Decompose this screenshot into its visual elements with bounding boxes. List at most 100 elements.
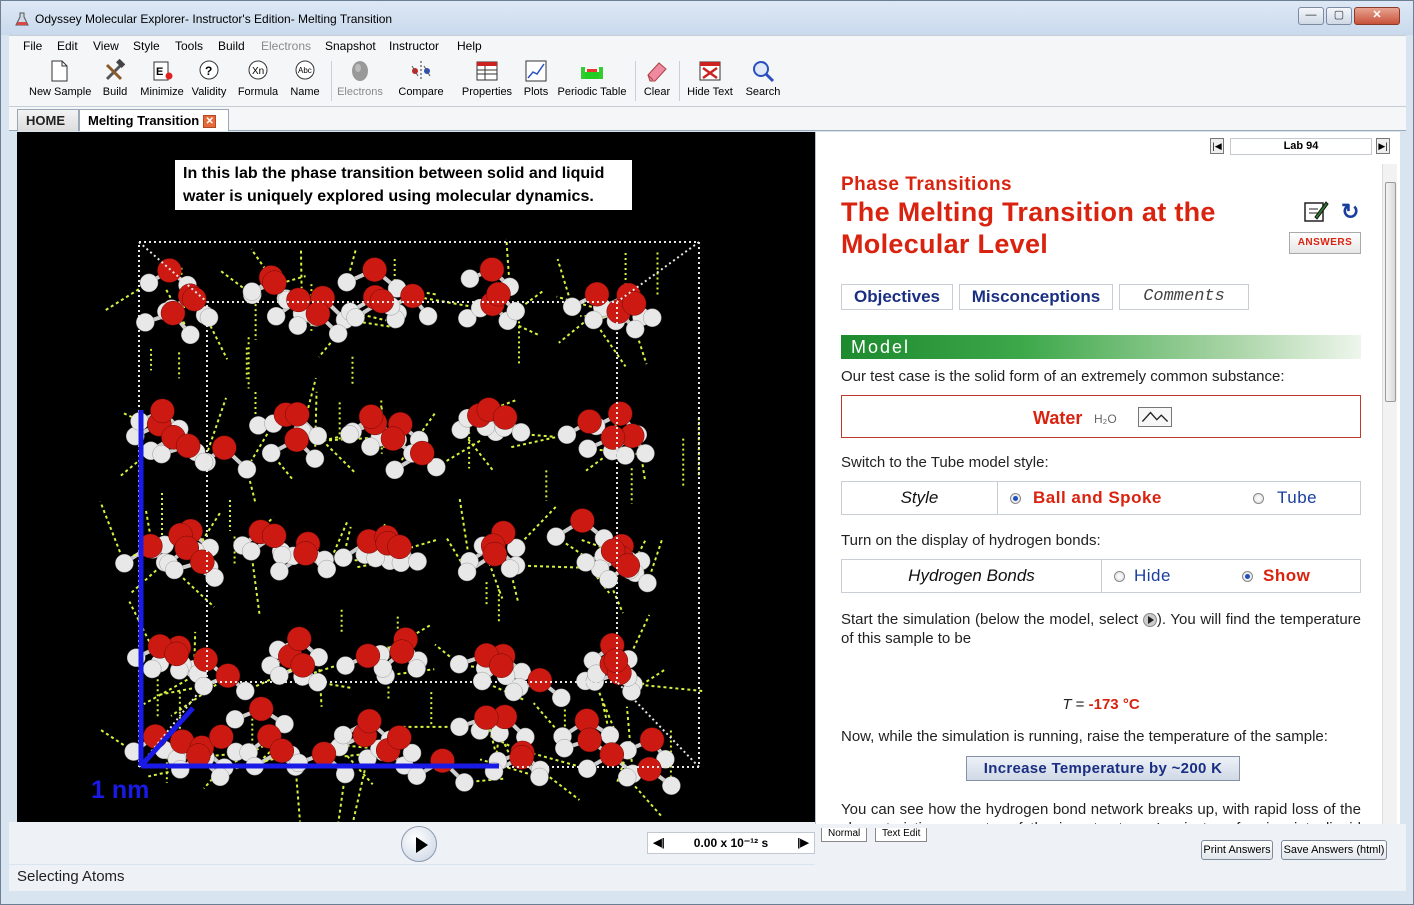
hydrogen-atom[interactable] <box>317 559 337 579</box>
menu-edit[interactable]: Edit <box>57 39 78 53</box>
oxygen-atom[interactable] <box>212 435 237 461</box>
hydrogen-atom[interactable] <box>333 725 353 745</box>
scrollbar-thumb[interactable] <box>1385 182 1396 402</box>
hydrogen-atom[interactable] <box>638 573 657 593</box>
hydrogen-atom[interactable] <box>455 773 474 792</box>
oxygen-atom[interactable] <box>492 405 518 430</box>
oxygen-atom[interactable] <box>639 727 665 752</box>
hydrogen-atom[interactable] <box>530 767 549 787</box>
tab-objectives[interactable]: Objectives <box>841 284 953 310</box>
molecule-viewer[interactable]: In this lab the phase transition between… <box>17 132 815 822</box>
hydrogen-atom[interactable] <box>305 449 325 468</box>
oxygen-atom[interactable] <box>400 283 425 309</box>
hydrogen-atom[interactable] <box>242 282 262 301</box>
hydrogen-atom[interactable] <box>210 767 230 787</box>
hydrogen-atom[interactable] <box>165 560 184 580</box>
hydrogen-atom[interactable] <box>385 460 404 480</box>
hydrogen-atom[interactable] <box>616 446 635 465</box>
option-hide[interactable]: Hide <box>1134 566 1171 586</box>
oxygen-atom[interactable] <box>286 287 311 313</box>
tab-comments[interactable]: Comments <box>1119 284 1249 310</box>
formula-button[interactable]: Xn Formula <box>235 59 281 98</box>
hydrogen-atom[interactable] <box>584 310 603 330</box>
hydrogen-atom[interactable] <box>139 273 159 293</box>
hydrogen-atom[interactable] <box>662 776 681 795</box>
hydrogen-atom[interactable] <box>557 425 577 444</box>
menu-style[interactable]: Style <box>133 39 160 53</box>
hydrogen-atom[interactable] <box>328 324 348 343</box>
oxygen-atom[interactable] <box>637 756 662 782</box>
mode-text-edit-tab[interactable]: Text Edit <box>875 828 928 842</box>
hydrogen-atom[interactable] <box>555 738 574 758</box>
minimize-window-button[interactable]: — <box>1298 7 1324 25</box>
edit-notes-icon[interactable] <box>1303 199 1329 223</box>
new-sample-button[interactable]: New Sample <box>29 59 91 98</box>
tab-misconceptions[interactable]: Misconceptions <box>959 284 1113 310</box>
play-simulation-button[interactable] <box>401 826 437 862</box>
hydrogen-atom[interactable] <box>199 308 219 327</box>
hydrogen-atom[interactable] <box>600 726 620 745</box>
hydrogen-atom[interactable] <box>511 423 531 442</box>
hydrogen-atom[interactable] <box>181 325 200 345</box>
menu-tools[interactable]: Tools <box>175 39 203 53</box>
oxygen-atom[interactable] <box>577 727 602 753</box>
periodic-table-button[interactable]: Periodic Table <box>557 59 627 98</box>
hydrogen-atom[interactable] <box>506 301 525 321</box>
step-forward-icon[interactable]: |▶ <box>794 836 812 852</box>
first-lab-icon[interactable]: |◀ <box>1210 138 1224 154</box>
electrons-button[interactable]: Electrons <box>335 59 385 98</box>
oxygen-atom[interactable] <box>380 426 406 451</box>
hydrogen-atom[interactable] <box>142 659 162 679</box>
compare-button[interactable]: Compare <box>393 59 449 98</box>
oxygen-atom[interactable] <box>358 404 384 429</box>
oxygen-atom[interactable] <box>387 534 412 560</box>
oxygen-atom[interactable] <box>269 738 295 763</box>
hydrogen-atom[interactable] <box>407 766 427 785</box>
oxygen-atom[interactable] <box>285 402 310 427</box>
oxygen-atom[interactable] <box>615 553 640 578</box>
oxygen-atom[interactable] <box>293 541 318 566</box>
oxygen-atom[interactable] <box>215 663 241 688</box>
option-ball-and-spoke[interactable]: Ball and Spoke <box>1033 488 1162 508</box>
menu-build[interactable]: Build <box>218 39 245 53</box>
minimize-button[interactable]: E Minimize <box>139 59 185 98</box>
menu-view[interactable]: View <box>93 39 119 53</box>
plots-button[interactable]: Plots <box>519 59 553 98</box>
menu-instructor[interactable]: Instructor <box>389 39 439 53</box>
hydrogen-atom[interactable] <box>288 316 308 335</box>
menu-help[interactable]: Help <box>457 39 482 53</box>
oxygen-atom[interactable] <box>489 653 514 678</box>
hydrogen-atom[interactable] <box>346 308 365 327</box>
water-sample-box[interactable]: Water H₂O <box>841 395 1361 438</box>
hydrogen-atom[interactable] <box>171 760 190 779</box>
hydrogen-atom[interactable] <box>450 717 469 737</box>
hydrogen-atom[interactable] <box>272 546 292 565</box>
close-tab-icon[interactable]: ✕ <box>203 115 217 129</box>
oxygen-atom[interactable] <box>509 744 534 770</box>
oxygen-atom[interactable] <box>479 257 505 282</box>
hydrogen-atom[interactable] <box>636 444 655 463</box>
hydrogen-atom[interactable] <box>599 570 618 589</box>
oxygen-atom[interactable] <box>190 549 215 575</box>
hydrogen-atom[interactable] <box>408 552 427 571</box>
oxygen-atom[interactable] <box>175 433 201 459</box>
hydrogen-atom[interactable] <box>225 710 245 729</box>
hydrogen-atom[interactable] <box>617 768 637 787</box>
hydrogen-atom[interactable] <box>546 527 566 546</box>
hide-text-button[interactable]: Hide Text <box>683 59 737 98</box>
refresh-icon[interactable]: ↻ <box>1341 199 1361 224</box>
oxygen-atom[interactable] <box>600 425 626 450</box>
hydrogen-atom[interactable] <box>236 681 255 701</box>
oxygen-atom[interactable] <box>482 541 508 567</box>
oxygen-atom[interactable] <box>410 440 435 466</box>
save-answers-button[interactable]: Save Answers (html) <box>1281 840 1387 860</box>
hydrogen-atom[interactable] <box>578 439 598 458</box>
properties-button[interactable]: Properties <box>459 59 515 98</box>
oxygen-atom[interactable] <box>527 667 553 693</box>
hydrogen-atom[interactable] <box>270 562 289 581</box>
close-window-button[interactable]: ✕ <box>1354 7 1400 25</box>
restore-window-button[interactable]: ▢ <box>1326 7 1352 25</box>
hydrogen-atom[interactable] <box>115 554 134 573</box>
hydrogen-atom[interactable] <box>361 437 380 456</box>
oxygen-atom[interactable] <box>305 301 331 326</box>
